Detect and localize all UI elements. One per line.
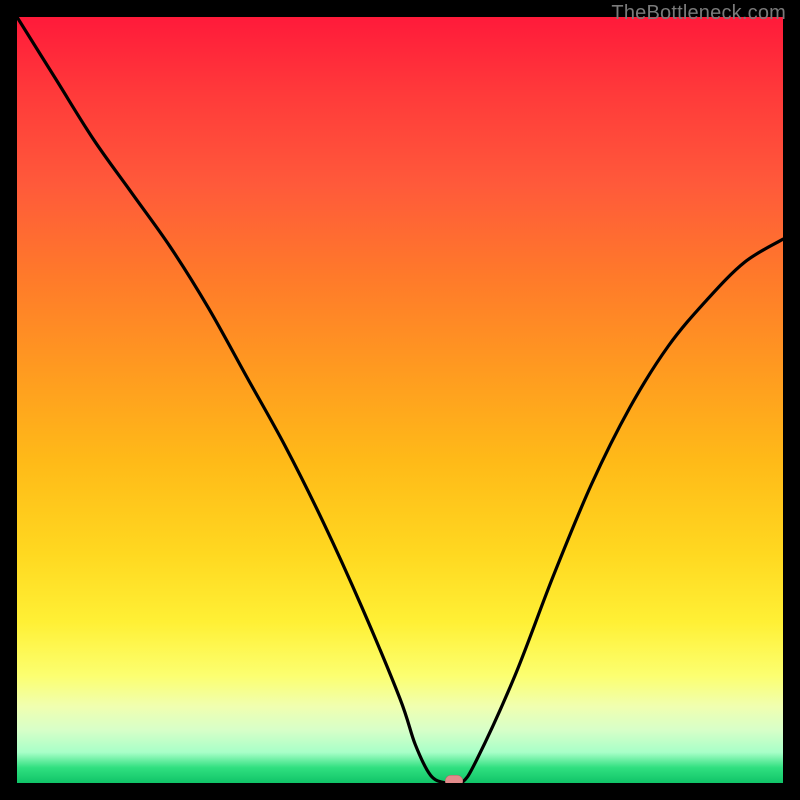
optimal-point-marker xyxy=(445,775,463,783)
plot-inner xyxy=(17,17,783,783)
bottleneck-curve xyxy=(17,17,783,783)
chart-frame: TheBottleneck.com xyxy=(0,0,800,800)
plot-area xyxy=(17,17,783,783)
watermark-text: TheBottleneck.com xyxy=(611,2,786,25)
